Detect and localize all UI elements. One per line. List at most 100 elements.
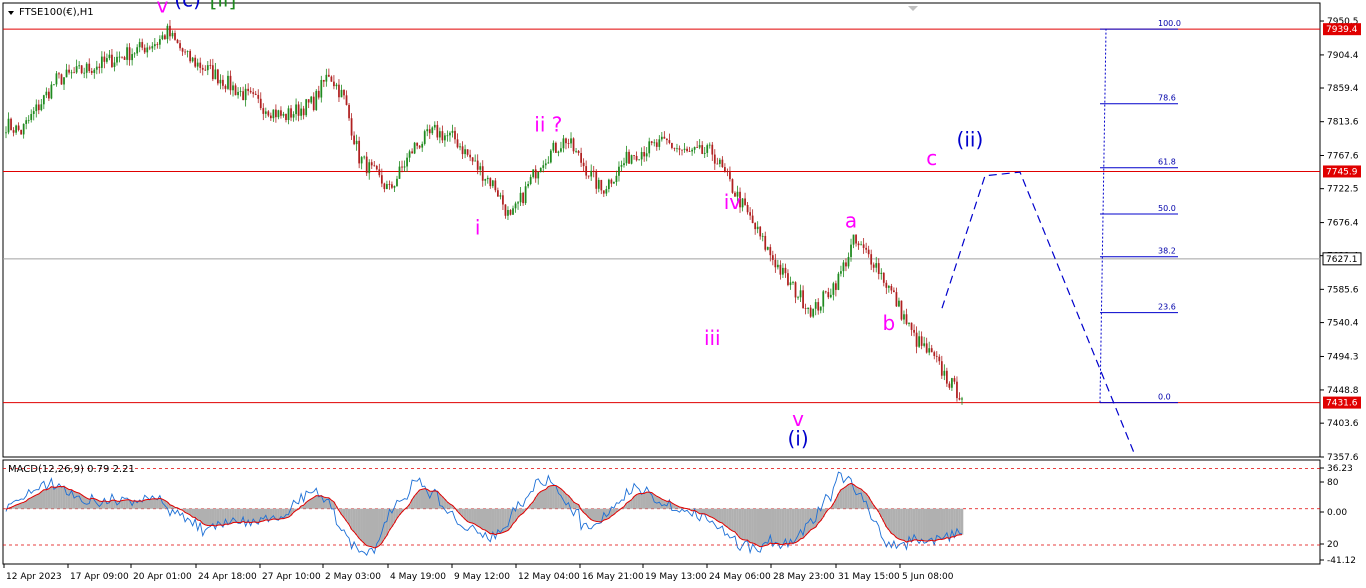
candle-body: [542, 165, 545, 168]
candle-body: [918, 336, 920, 347]
fib-level-label: 78.6: [1158, 94, 1176, 103]
candle-body: [131, 54, 134, 61]
candle-body: [151, 46, 154, 49]
candle-body: [15, 125, 17, 133]
macd-tick-label: 36.23: [1327, 464, 1353, 474]
candle-body: [956, 381, 958, 399]
candle-body: [703, 152, 706, 154]
candle-body: [701, 145, 704, 154]
candle-body: [60, 74, 63, 85]
candle-body: [522, 192, 524, 204]
candle-body: [418, 145, 421, 148]
candle-body: [37, 104, 40, 111]
candle-body: [534, 169, 537, 179]
candle-body: [570, 138, 572, 144]
candle-body: [370, 162, 373, 166]
candle-body: [575, 150, 577, 152]
fib-level-label: 61.8: [1158, 158, 1176, 167]
candle-body: [681, 149, 683, 151]
candle-body: [227, 75, 229, 89]
candle-body: [153, 44, 156, 47]
candle-body: [744, 198, 746, 205]
candle-body: [459, 146, 461, 148]
candle-body: [749, 212, 751, 216]
candle-body: [794, 282, 797, 298]
candle-body: [491, 180, 494, 187]
candle-body: [691, 149, 693, 152]
candle-body: [391, 184, 393, 188]
candle-body: [242, 91, 244, 101]
price-axis: 7950.57904.47859.47813.67767.67722.57676…: [1320, 17, 1359, 463]
candle-body: [95, 66, 98, 70]
candle-body: [486, 177, 489, 180]
chart-area[interactable]: 7950.57904.47859.47813.67767.67722.57676…: [0, 0, 1366, 588]
candle-body: [171, 32, 174, 37]
candle-body: [655, 142, 658, 147]
candle-body: [80, 65, 83, 74]
time-tick-label: 20 Apr 01:00: [133, 572, 192, 582]
candle-body: [340, 89, 343, 98]
candle-body: [565, 138, 567, 144]
wave-label: iv: [724, 190, 742, 214]
candle-body: [557, 151, 560, 153]
candle-body: [713, 154, 716, 164]
price-tick-label: 7403.6: [1327, 419, 1359, 429]
candle-body: [456, 139, 459, 148]
candle-body: [789, 282, 792, 286]
candle-body: [214, 69, 217, 80]
candle-body: [711, 144, 714, 155]
candle-body: [272, 109, 275, 119]
time-tick-label: 19 May 13:00: [645, 572, 707, 582]
candle-body: [416, 142, 419, 146]
candle-body: [686, 148, 688, 152]
candle-body: [471, 157, 474, 162]
candle-body: [181, 48, 184, 52]
candle-body: [953, 378, 956, 382]
candle-body: [411, 151, 413, 154]
candle-body: [552, 142, 555, 151]
candle-body: [27, 119, 30, 121]
candle-body: [539, 167, 542, 172]
candle-body: [297, 104, 300, 116]
candle-body: [882, 272, 885, 283]
candle-body: [605, 189, 608, 194]
candle-body: [275, 109, 277, 118]
candle-body: [940, 361, 943, 376]
candle-body: [68, 69, 70, 73]
candle-body: [751, 215, 754, 224]
candle-body: [925, 343, 928, 353]
candle-body: [958, 398, 961, 400]
candle-body: [277, 110, 280, 118]
candle-body: [577, 150, 580, 153]
candle-body: [857, 243, 860, 246]
candle-body: [938, 356, 941, 362]
candle-body: [406, 157, 408, 167]
candle-body: [920, 336, 923, 346]
candle-body: [580, 152, 582, 163]
price-tick-label: 7494.3: [1327, 352, 1359, 362]
wave-label: (i): [787, 427, 808, 451]
candle-body: [587, 175, 590, 177]
candle-body: [305, 99, 308, 116]
candle-body: [194, 57, 197, 67]
fib-level-label: 100.0: [1158, 19, 1181, 28]
candle-body: [70, 72, 73, 74]
candle-body: [12, 130, 15, 133]
time-tick-label: 31 May 15:00: [838, 572, 900, 582]
candle-body: [484, 179, 487, 181]
candle-body: [913, 329, 915, 333]
candle-body: [75, 66, 78, 73]
time-tick-label: 2 May 03:00: [325, 572, 381, 582]
candle-body: [451, 130, 454, 133]
candle-body: [698, 145, 701, 148]
candle-body: [201, 67, 204, 70]
candle-body: [7, 118, 10, 133]
candle-body: [285, 113, 287, 120]
candle-body: [398, 166, 401, 179]
candle-body: [65, 69, 68, 78]
wave-label: v: [156, 0, 168, 18]
candle-body: [567, 143, 570, 144]
candle-body: [360, 157, 363, 164]
candle-body: [166, 25, 169, 40]
candle-body: [872, 264, 875, 268]
